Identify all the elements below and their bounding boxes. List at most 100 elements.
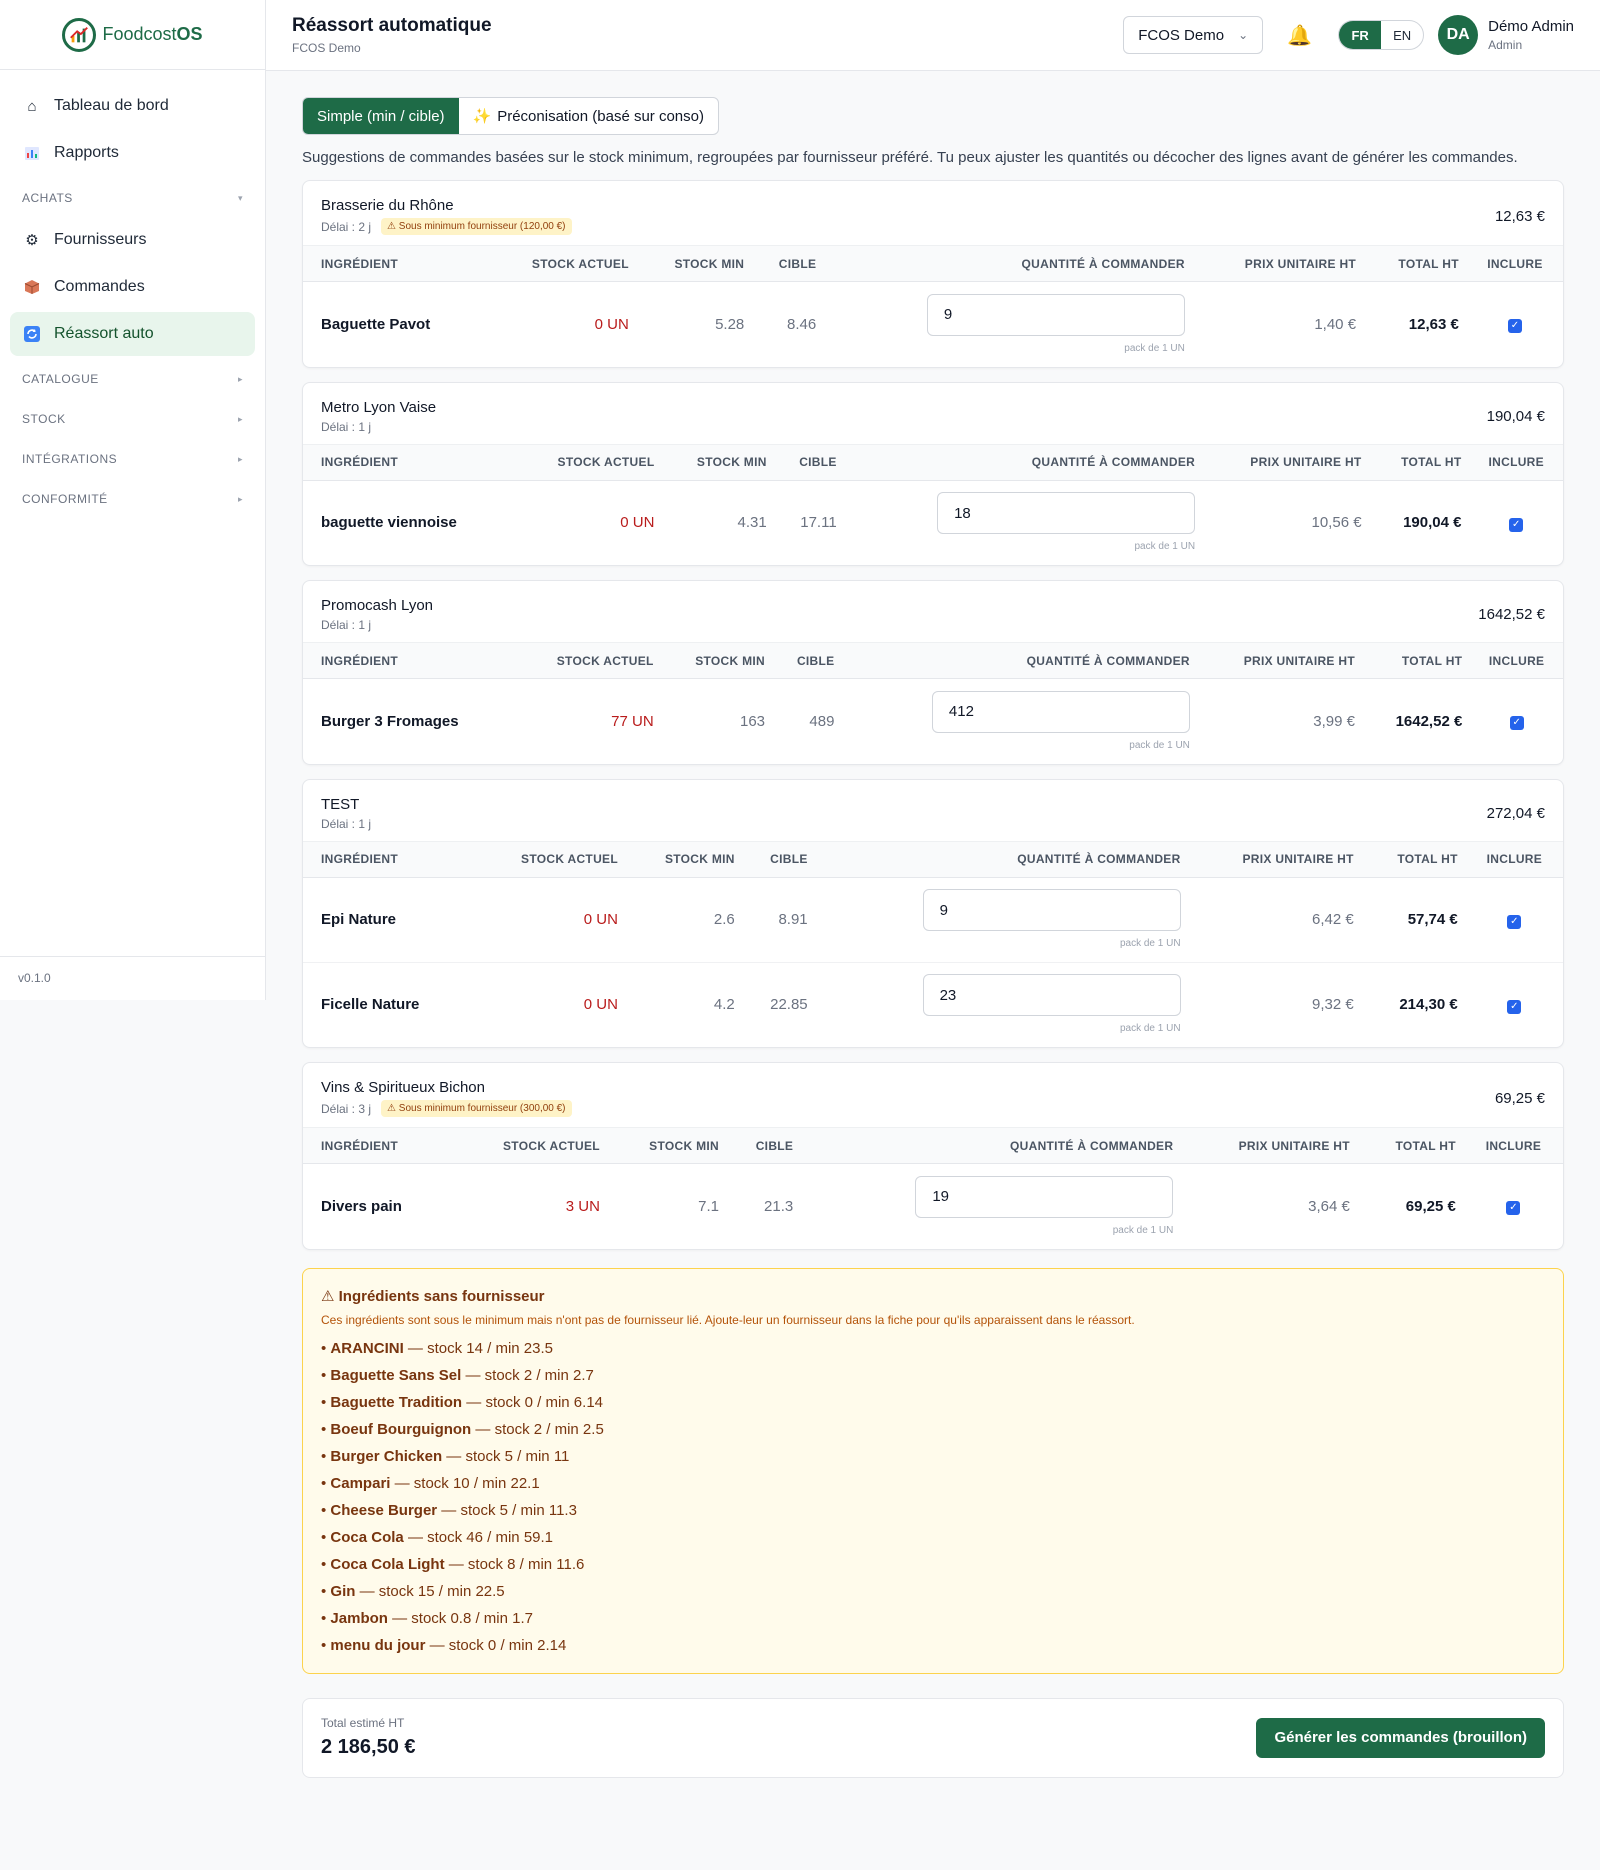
include-checkbox[interactable]: ✓ [1507,319,1522,334]
quantity-input[interactable] [915,1175,1174,1218]
caret-right-icon: ▸ [237,413,243,424]
col-inclure-header: INCLURE [1465,840,1563,878]
sparkle-icon: ✨ [472,108,492,125]
sidebar-item-label: Tableau de bord [54,97,169,114]
col-total-header: TOTAL HT [1357,1127,1464,1164]
col-prix-header: PRIX UNITAIRE HT [1181,1127,1358,1164]
stock-min: 4.2 [625,961,743,1047]
ingredient-name[interactable]: Coca Cola Light [330,1556,444,1573]
ingredient-name[interactable]: Baguette Tradition [330,1394,462,1411]
quantity-input[interactable] [931,690,1190,733]
quantity-input[interactable] [922,974,1181,1017]
col-quantite-header: QUANTITÉ À COMMANDER [824,245,1193,282]
supplier-meta: Délai : 2 j ⚠ Sous minimum fournisseur (1… [321,218,572,235]
sidebar-section-stock[interactable]: STOCK ▸ [10,399,255,439]
col-inclure-header: INCLURE [1470,642,1563,679]
logo-chart-icon [62,17,97,52]
user-menu[interactable]: DA Démo Admin Admin [1438,15,1574,55]
bar-chart-icon [22,143,42,163]
col-stock-actuel-header: STOCK ACTUEL [484,245,637,282]
sidebar-section-achats[interactable]: ACHATS ▾ [10,178,255,218]
col-stock-min-header: STOCK MIN [607,1127,727,1164]
lang-fr-button[interactable]: FR [1339,21,1382,49]
sidebar-section-catalogue[interactable]: CATALOGUE ▸ [10,359,255,399]
caret-right-icon: ▸ [237,453,243,464]
current-stock: 77 UN [611,712,654,730]
ingredient-name[interactable]: Gin [330,1583,355,1600]
stock-detail: — stock 46 / min 59.1 [403,1528,554,1546]
col-total-header: TOTAL HT [1361,840,1466,878]
stock-min: 5.28 [715,315,745,333]
no-supplier-warning: ⚠ Ingrédients sans fournisseur Ces ingré… [302,1267,1564,1674]
col-prix-header: PRIX UNITAIRE HT [1203,443,1370,481]
include-checkbox[interactable]: ✓ [1507,914,1522,929]
lang-en-button[interactable]: EN [1381,21,1423,49]
tab-simple[interactable]: Simple (min / cible) [303,98,459,134]
stock-detail: — stock 2 / min 2.5 [471,1420,604,1438]
include-checkbox[interactable]: ✓ [1509,517,1524,532]
list-item: • Jambon — stock 0.8 / min 1.7 [321,1609,533,1627]
target-stock: 21.3 [764,1197,794,1215]
col-total-header: TOTAL HT [1364,245,1467,282]
ingredient-name[interactable]: menu du jour [330,1637,425,1654]
summary-footer: Total estimé HT 2 186,50 € Générer les c… [302,1697,1564,1778]
section-label: ACHATS [22,191,73,205]
ingredient-name[interactable]: Burger Chicken [330,1448,442,1465]
quantity-input[interactable] [937,492,1196,535]
supplier-name: Metro Lyon Vaise [321,398,437,416]
total-estimate-value: 2 186,50 € [321,1736,416,1758]
sidebar-section-conformite[interactable]: CONFORMITÉ ▸ [10,479,255,519]
home-icon: ⌂ [27,97,37,115]
include-checkbox[interactable]: ✓ [1509,716,1524,731]
ingredient-name[interactable]: Jambon [330,1610,388,1627]
bell-icon[interactable]: 🔔 [1287,23,1312,48]
pack-size-hint: pack de 1 UN [1119,938,1181,949]
line-total: 69,25 € [1405,1197,1456,1215]
app-logo[interactable]: FoodcostOS [0,0,265,70]
quantity-input[interactable] [922,889,1181,931]
ingredient-name[interactable]: Coca Cola [330,1529,403,1546]
sidebar-item-commandes[interactable]: Commandes [10,265,255,309]
ingredient-name[interactable]: ARANCINI [330,1340,403,1357]
sidebar-item-reassort[interactable]: Réassort auto [10,312,255,356]
unit-price: 1,40 € [1314,315,1357,333]
table-row: baguette viennoise 0 UN 4.31 17.11 pack de 1… [303,480,1563,565]
col-total-header: TOTAL HT [1369,443,1470,481]
table-row: Ficelle Nature0 UN4.222.85 pack de 1 UN 9,… [303,961,1563,1047]
sidebar-item-label: Réassort auto [54,325,154,342]
current-stock: 0 UN [472,961,626,1047]
unit-price: 3,64 € [1308,1197,1350,1215]
include-checkbox[interactable]: ✓ [1507,999,1522,1014]
pack-size-hint: pack de 1 UN [1124,342,1185,354]
organization-select-value: FCOS Demo [1138,26,1225,44]
warning-title: ⚠ Ingrédients sans fournisseur [321,1287,545,1305]
sidebar-item-label: Fournisseurs [54,231,147,248]
organization-select[interactable]: FCOS Demo ⌄ [1123,16,1264,54]
ingredient-name[interactable]: Baguette Sans Sel [330,1367,461,1384]
ingredient-name[interactable]: Campari [330,1475,390,1492]
chevron-down-icon: ⌄ [1238,28,1249,42]
col-quantite-header: QUANTITÉ À COMMANDER [842,642,1198,679]
unit-price: 10,56 € [1311,514,1362,532]
ingredient-name[interactable]: Boeuf Bourguignon [330,1421,471,1438]
tab-preconisation[interactable]: ✨ Préconisation (basé sur conso) [459,98,718,134]
supplier-name: Brasserie du Rhône [321,197,454,214]
ingredient-name[interactable]: Cheese Burger [330,1502,437,1519]
col-quantite-header: QUANTITÉ À COMMANDER [844,443,1204,481]
user-name: Démo Admin [1488,18,1574,35]
page-title: Réassort automatique [292,15,492,36]
generate-orders-button[interactable]: Générer les commandes (brouillon) [1256,1717,1545,1758]
col-ingredient-header: INGRÉDIENT [303,443,515,481]
sidebar-item-fournisseurs[interactable]: ⚙ Fournisseurs [10,218,255,262]
col-stock-actuel-header: STOCK ACTUEL [472,840,626,878]
sidebar-item-dashboard[interactable]: ⌂ Tableau de bord [10,84,255,128]
col-quantite-header: QUANTITÉ À COMMANDER [801,1127,1182,1164]
current-stock: 3 UN [565,1197,600,1215]
refresh-icon [22,324,42,344]
include-checkbox[interactable]: ✓ [1506,1201,1521,1216]
quantity-input[interactable] [926,293,1185,336]
sidebar-section-integrations[interactable]: INTÉGRATIONS ▸ [10,439,255,479]
ingredient-name: Burger 3 Fromages [321,712,459,730]
target-stock: 8.91 [778,911,808,928]
sidebar-item-reports[interactable]: Rapports [10,131,255,175]
